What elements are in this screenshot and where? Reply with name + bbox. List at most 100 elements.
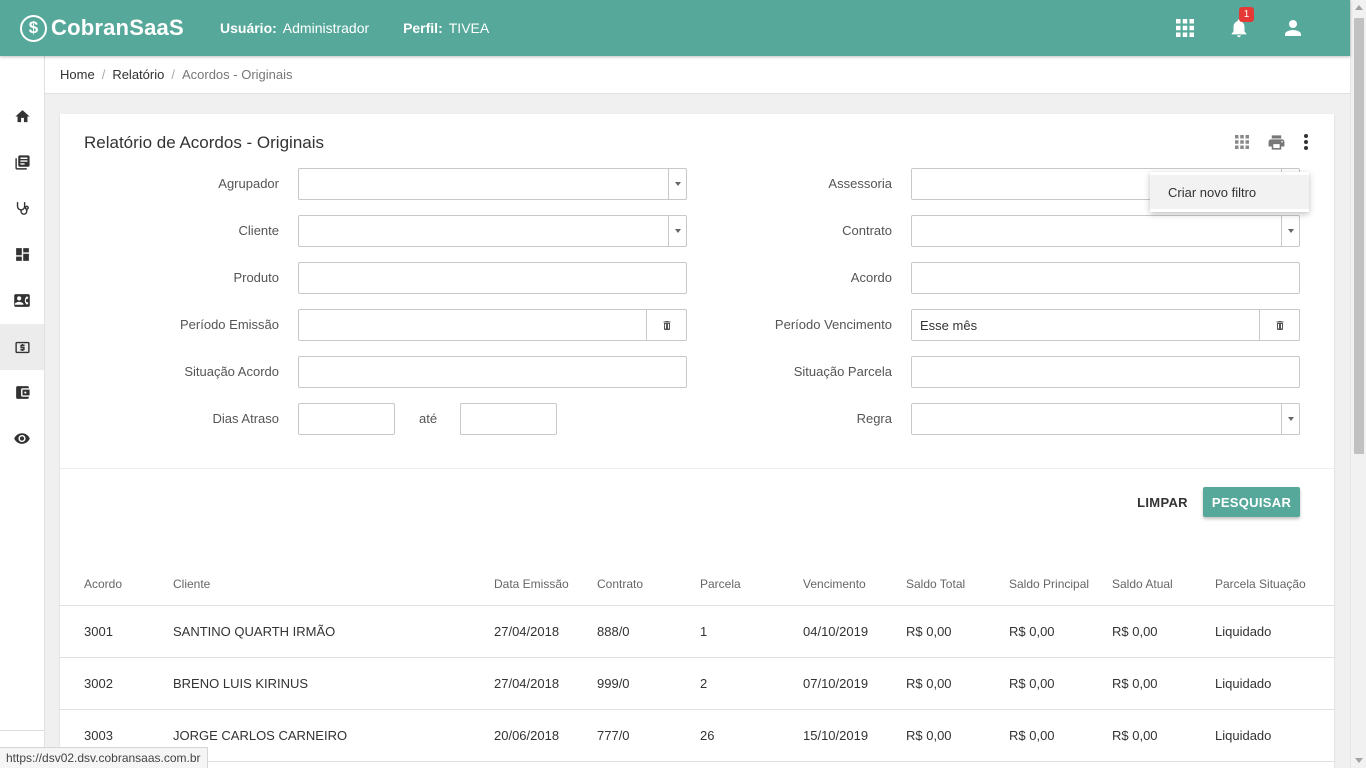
scroll-thumb[interactable] (1354, 18, 1364, 454)
agrupador-select[interactable] (298, 168, 687, 200)
table-row[interactable]: 3003 JORGE CARLOS CARNEIRO 20/06/2018 77… (60, 710, 1334, 762)
account-button[interactable] (1266, 0, 1320, 56)
table-cell: 888/0 (597, 624, 630, 639)
table-row[interactable]: 3001 SANTINO QUARTH IRMÃO 27/04/2018 888… (60, 606, 1334, 658)
column-header[interactable]: Saldo Atual (1112, 577, 1173, 591)
sidebar-item-view[interactable] (0, 415, 44, 461)
notification-badge: 1 (1239, 7, 1254, 22)
column-header[interactable]: Cliente (173, 577, 210, 591)
table-cell: 27/04/2018 (494, 676, 560, 691)
column-header[interactable]: Saldo Total (906, 577, 965, 591)
column-header[interactable]: Acordo (84, 577, 122, 591)
column-header[interactable]: Data Emissão (494, 577, 569, 591)
table-cell: SANTINO QUARTH IRMÃO (173, 624, 336, 639)
periodo-vencimento-input[interactable]: Esse mês (911, 309, 1300, 341)
table-cell: R$ 0,00 (1112, 676, 1158, 691)
contrato-label: Contrato (842, 223, 892, 238)
profile-label: Perfil: (403, 20, 443, 36)
clear-periodo-vencimento-button[interactable] (1259, 310, 1299, 340)
logo-dollar-icon: $ (20, 14, 47, 42)
table-cell: 3001 (84, 624, 113, 639)
table-cell: Liquidado (1215, 728, 1272, 743)
column-header[interactable]: Contrato (597, 577, 643, 591)
chevron-down-icon (1281, 404, 1299, 434)
table-cell: R$ 0,00 (906, 728, 952, 743)
wallet-icon (15, 385, 30, 399)
sidebar-item-finance[interactable] (0, 324, 44, 370)
table-row[interactable]: 3002 BRENO LUIS KIRINUS 27/04/2018 999/0… (60, 658, 1334, 710)
dias-atraso-to-input[interactable] (460, 403, 557, 435)
column-header[interactable]: Vencimento (803, 577, 866, 591)
user-info: Usuário: Administrador Perfil: TIVEA (220, 20, 519, 36)
column-header[interactable]: Parcela Situação (1215, 577, 1306, 591)
table-cell: BRENO LUIS KIRINUS (173, 676, 309, 691)
page-title: Relatório de Acordos - Originais (84, 133, 325, 152)
sidebar (0, 56, 45, 768)
table-cell: Liquidado (1215, 676, 1272, 691)
sidebar-item-health[interactable] (0, 185, 44, 231)
table-cell: 1 (700, 624, 708, 639)
table-cell: 26 (700, 728, 715, 743)
breadcrumb-current: Acordos - Originais (181, 67, 293, 82)
table-cell: 777/0 (597, 728, 630, 743)
sidebar-divider (0, 730, 44, 731)
clear-periodo-emissao-button[interactable] (646, 310, 686, 340)
situacao-parcela-label: Situação Parcela (793, 364, 892, 379)
eye-icon (14, 432, 30, 444)
table-cell: 999/0 (597, 676, 630, 691)
contact-card-icon (14, 293, 30, 307)
apps-grid-button[interactable] (1158, 0, 1212, 56)
report-card: Relatório de Acordos - Originais Agrupad… (60, 114, 1334, 768)
grid-view-button[interactable] (1224, 130, 1259, 154)
home-icon (14, 109, 30, 122)
sidebar-item-library[interactable] (0, 139, 44, 185)
periodo-emissao-label: Período Emissão (180, 317, 279, 332)
notifications-button[interactable]: 1 (1212, 0, 1266, 56)
table-header: Acordo Cliente Data Emissão Contrato Par… (60, 562, 1334, 606)
breadcrumb-home[interactable]: Home (60, 67, 95, 82)
cliente-select[interactable] (298, 215, 687, 247)
user-label: Usuário: (220, 20, 277, 36)
scroll-up-arrow-icon[interactable] (1355, 5, 1363, 10)
print-button[interactable] (1259, 130, 1294, 154)
table-cell: 20/06/2018 (494, 728, 560, 743)
column-header[interactable]: Saldo Principal (1009, 577, 1089, 591)
table-cell: R$ 0,00 (1112, 624, 1158, 639)
section-divider (60, 468, 1334, 469)
situacao-parcela-input[interactable] (911, 356, 1300, 388)
clear-button[interactable]: LIMPAR (1130, 487, 1195, 517)
assessoria-label: Assessoria (828, 176, 892, 191)
situacao-acordo-input[interactable] (298, 356, 687, 388)
sidebar-item-home[interactable] (0, 93, 44, 139)
options-menu: Criar novo filtro (1150, 172, 1309, 212)
menu-item-create-filter[interactable]: Criar novo filtro (1150, 175, 1309, 209)
dias-atraso-from-input[interactable] (298, 403, 395, 435)
table-cell: Liquidado (1215, 624, 1272, 639)
top-app-bar: $ CobranSaaS Usuário: Administrador Perfi… (0, 0, 1350, 56)
search-button[interactable]: PESQUISAR (1203, 487, 1300, 517)
acordo-input[interactable] (911, 262, 1300, 294)
produto-input[interactable] (298, 262, 687, 294)
chevron-down-icon (1281, 216, 1299, 246)
sidebar-item-contacts[interactable] (0, 277, 44, 323)
table-cell: R$ 0,00 (1112, 728, 1158, 743)
table-cell: R$ 0,00 (1009, 728, 1055, 743)
breadcrumb-separator: / (171, 67, 175, 82)
scroll-down-arrow-icon[interactable] (1355, 758, 1363, 763)
dashboard-icon (15, 247, 29, 261)
situacao-acordo-label: Situação Acordo (184, 364, 279, 379)
app-logo[interactable]: $ CobranSaaS (20, 14, 220, 42)
periodo-emissao-input[interactable] (298, 309, 687, 341)
table-cell: 3003 (84, 728, 113, 743)
breadcrumb-relatorio[interactable]: Relatório (112, 67, 164, 82)
contrato-select[interactable] (911, 215, 1300, 247)
regra-select[interactable] (911, 403, 1300, 435)
more-options-button[interactable] (1294, 130, 1318, 154)
sidebar-item-dashboard[interactable] (0, 231, 44, 277)
page-scrollbar[interactable] (1350, 0, 1366, 768)
profile-value: TIVEA (448, 20, 490, 36)
stethoscope-icon (16, 201, 29, 215)
produto-label: Produto (233, 270, 279, 285)
sidebar-item-wallet[interactable] (0, 369, 44, 415)
column-header[interactable]: Parcela (700, 577, 741, 591)
